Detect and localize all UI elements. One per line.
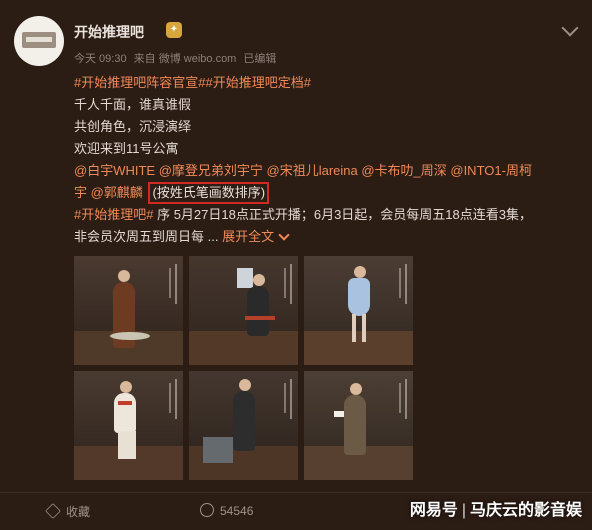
post-source: 来自 微博 weibo.com [133, 53, 237, 65]
photo-thumbnail[interactable] [74, 371, 183, 480]
photo-thumbnail[interactable] [189, 371, 298, 480]
collect-label: 收藏 [66, 505, 91, 519]
hashtag-line[interactable]: #开始推理吧阵容官宣##开始推理吧定档# [74, 72, 574, 94]
highlighted-note: (按姓氏笔画数排序) [148, 182, 270, 204]
photo-thumbnail[interactable] [74, 256, 183, 365]
truncated-text: 非会员次周五到周日每 ... [74, 229, 223, 244]
collect-button[interactable]: 收藏 [45, 503, 91, 520]
photo-thumbnail[interactable] [304, 256, 413, 365]
watermark: 网易号 | 马庆云的影音娱 [410, 496, 582, 520]
collect-icon [45, 503, 61, 519]
text-line: 千人千面，谁真谁假 [74, 97, 192, 112]
repost-button[interactable]: 54546 [200, 503, 253, 518]
post-time[interactable]: 今天 09:30 [74, 53, 127, 65]
repost-icon [200, 503, 214, 517]
post-content: #开始推理吧阵容官宣##开始推理吧定档# 千人千面，谁真谁假 共创角色，沉浸演绎… [74, 72, 574, 248]
vip-badge-icon: ✦ [166, 22, 182, 38]
avatar[interactable] [14, 16, 64, 66]
watermark-author: 马庆云的影音娱 [469, 502, 582, 519]
schedule-text: 序 5月27日18点正式开播；6月3日起，会员每周五18点连看3集， [153, 207, 532, 222]
mentions-line[interactable]: @白宇WHITE @摩登兄弟刘宇宁 @宋祖儿lareina @卡布叻_周深 @I… [74, 160, 574, 182]
watermark-source: 网易号 [409, 502, 458, 519]
mentions-line-2[interactable]: 宇 @郭麒麟 [74, 185, 143, 200]
edited-status: 已编辑 [243, 53, 277, 65]
photo-grid [74, 256, 414, 484]
repost-count: 54546 [220, 504, 254, 518]
text-line: 欢迎来到11号公寓 [74, 141, 179, 156]
expand-link[interactable]: 展开全文 [222, 229, 274, 244]
hashtag-start[interactable]: #开始推理吧# [74, 207, 153, 222]
username[interactable]: 开始推理吧 [74, 22, 144, 42]
text-line: 共创角色，沉浸演绎 [74, 119, 192, 134]
watermark-separator: | [461, 502, 466, 519]
photo-thumbnail[interactable] [304, 371, 413, 480]
chevron-down-icon[interactable] [278, 229, 290, 241]
chevron-down-icon[interactable] [561, 19, 579, 37]
post-header: 开始推理吧 ✦ 今天 09:30 来自 微博 weibo.com 已编辑 [14, 16, 582, 68]
photo-thumbnail[interactable] [189, 256, 298, 365]
post-meta: 今天 09:30 来自 微博 weibo.com 已编辑 [74, 50, 280, 66]
